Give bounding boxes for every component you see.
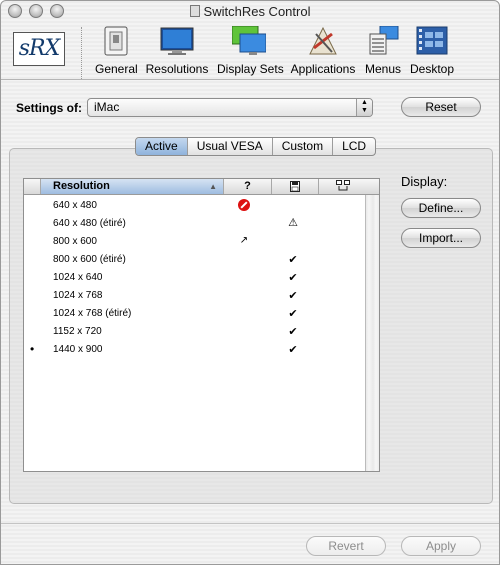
checkmark-icon: ✔ [288, 326, 298, 338]
row-resolution: 1024 x 640 [53, 272, 103, 283]
toolbar-resolutions-button[interactable]: Resolutions [145, 26, 209, 76]
header-resolution-column[interactable]: Resolution ▲ [40, 179, 223, 194]
toolbar-menus-label: Menus [364, 62, 402, 76]
resolutions-table[interactable]: Resolution ▲ ? 640 x 480 640 x 480 (étir… [23, 178, 380, 472]
toolbar-general-label: General [95, 62, 138, 76]
floppy-disk-icon [290, 181, 300, 192]
tab-lcd-label: LCD [342, 139, 367, 153]
revert-button-label: Revert [328, 539, 364, 553]
multi-monitor-icon [231, 25, 267, 56]
window-title-text: SwitchRes Control [203, 4, 311, 19]
settings-of-value: iMac [94, 100, 120, 114]
table-row[interactable]: 1024 x 640 ✔ [24, 269, 367, 287]
tab-custom-label: Custom [281, 139, 324, 153]
row-status-cell [237, 199, 251, 214]
toolbar-desktop-label: Desktop [409, 62, 455, 76]
table-row[interactable]: 1024 x 768 ✔ [24, 287, 367, 305]
table-header: Resolution ▲ ? [24, 179, 379, 195]
row-resolution: 1024 x 768 (étiré) [53, 308, 132, 319]
srx-logo: sRX [13, 32, 65, 66]
checkmark-icon: ✔ [288, 344, 298, 356]
tab-usual-vesa-label: Usual VESA [196, 139, 263, 153]
toolbar-menus-button[interactable]: Menus [364, 25, 402, 76]
import-button[interactable]: Import... [401, 228, 481, 248]
toolbar-applications-button[interactable]: Applications [290, 26, 356, 76]
table-row[interactable]: 800 x 600 ↗ [24, 233, 367, 251]
footer-divider [1, 523, 499, 524]
tab-active-label: Active [145, 139, 178, 153]
toolbar-general-button[interactable]: General [95, 26, 138, 76]
header-resolution-label: Resolution [53, 180, 110, 192]
row-resolution: 1152 x 720 [53, 326, 102, 337]
dual-display-icon [336, 180, 350, 191]
tab-usual-vesa[interactable]: Usual VESA [186, 138, 272, 155]
warning-icon: ⚠ [288, 217, 298, 229]
toolbar-desktop-button[interactable]: Desktop [408, 26, 456, 76]
checkmark-icon: ✔ [288, 254, 298, 266]
row-resolution: 1024 x 768 [53, 290, 103, 301]
logo-text: sRX [18, 36, 61, 61]
settings-of-label: Settings of: [16, 101, 82, 115]
row-resolution: 640 x 480 (étiré) [53, 218, 126, 229]
menu-list-icon [366, 25, 400, 56]
row-resolution: 1440 x 900 [53, 344, 103, 355]
apply-button[interactable]: Apply [401, 536, 481, 556]
popup-arrows-icon: ▲ ▼ [356, 99, 372, 116]
tab-custom[interactable]: Custom [271, 138, 332, 155]
tab-bar: Active Usual VESA Custom LCD [135, 137, 377, 156]
table-row[interactable]: • 1440 x 900 ✔ [24, 341, 367, 359]
table-row[interactable]: 640 x 480 (étiré) ⚠ [24, 215, 367, 233]
prohibited-icon [238, 199, 250, 211]
define-button-label: Define... [418, 201, 464, 215]
revert-button[interactable]: Revert [306, 536, 386, 556]
define-button[interactable]: Define... [401, 198, 481, 218]
display-label: Display: [401, 174, 448, 189]
table-row[interactable]: 1152 x 720 ✔ [24, 323, 367, 341]
applications-icon [306, 26, 340, 56]
import-button-label: Import... [418, 231, 463, 245]
current-resolution-bullet: • [30, 342, 35, 356]
reset-button-label: Reset [425, 100, 457, 114]
document-proxy-icon [189, 5, 200, 17]
toolbar-applications-label: Applications [290, 62, 356, 76]
header-save-column[interactable] [271, 179, 318, 194]
arrow-icon: ↗ [239, 235, 249, 246]
checkmark-icon: ✔ [288, 308, 298, 320]
reset-button[interactable]: Reset [401, 97, 481, 117]
table-vertical-scrollbar[interactable] [365, 195, 379, 471]
table-row[interactable]: 640 x 480 [24, 197, 367, 215]
toolbar-divider [1, 79, 499, 80]
header-question-column[interactable]: ? [223, 179, 271, 194]
toolbar-display-sets-button[interactable]: Display Sets [217, 25, 284, 76]
row-resolution: 800 x 600 (étiré) [53, 254, 126, 265]
toolbar-display-sets-label: Display Sets [217, 62, 284, 76]
toolbar-separator [81, 27, 82, 79]
window-title: SwitchRes Control [1, 4, 499, 19]
checkmark-icon: ✔ [288, 272, 298, 284]
checkmark-icon: ✔ [288, 290, 298, 302]
title-bar: SwitchRes Control [1, 1, 499, 23]
table-row[interactable]: 800 x 600 (étiré) ✔ [24, 251, 367, 269]
toolbar: sRX General Resolutions Display Sets App… [1, 23, 499, 79]
switch-panel-icon [99, 26, 133, 56]
desktop-film-icon [415, 26, 449, 56]
table-row[interactable]: 1024 x 768 (étiré) ✔ [24, 305, 367, 323]
tab-active[interactable]: Active [136, 138, 187, 155]
header-bullet-column[interactable] [24, 179, 40, 194]
row-resolution: 640 x 480 [53, 200, 97, 211]
toolbar-resolutions-label: Resolutions [145, 62, 209, 76]
switchres-window: SwitchRes Control sRX General Resolution… [0, 0, 500, 565]
tab-lcd[interactable]: LCD [332, 138, 375, 155]
header-question-label: ? [244, 180, 251, 192]
header-mirror-column[interactable] [318, 179, 367, 194]
monitor-icon [160, 26, 194, 56]
apply-button-label: Apply [425, 539, 457, 553]
settings-of-popup[interactable]: iMac ▲ ▼ [87, 98, 373, 117]
sort-ascending-icon: ▲ [209, 182, 217, 191]
row-resolution: 800 x 600 [53, 236, 97, 247]
